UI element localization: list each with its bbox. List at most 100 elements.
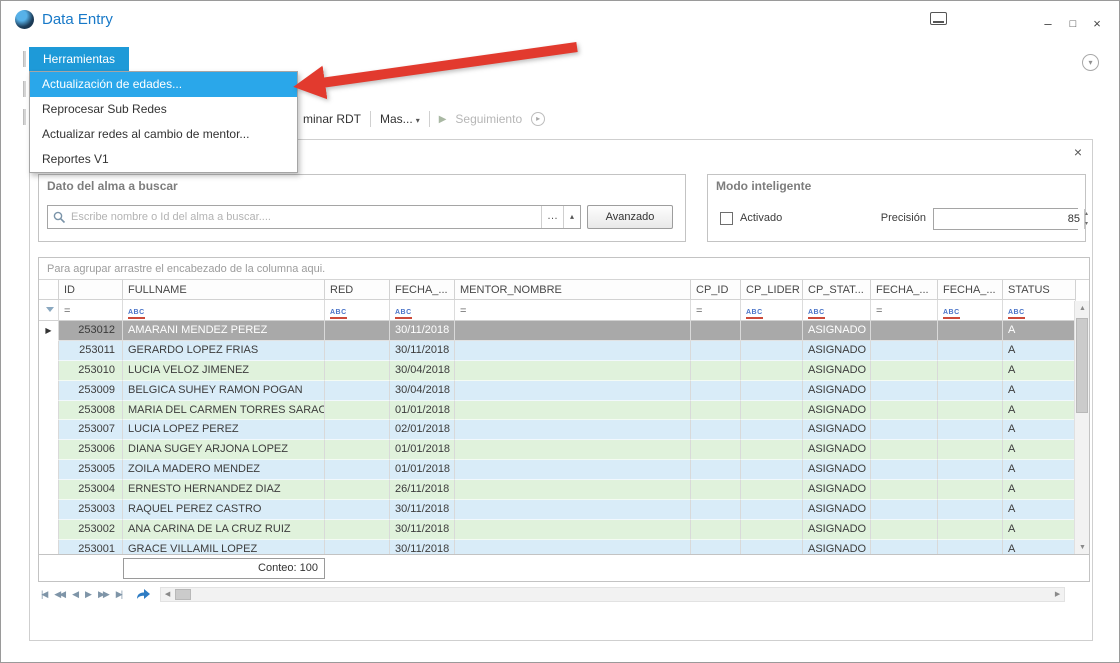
grid-cell[interactable]: [325, 380, 390, 401]
maximize-button[interactable]: □: [1062, 16, 1084, 34]
toolbar-item-seguimiento[interactable]: Seguimiento: [455, 112, 522, 126]
grid-cell[interactable]: [938, 360, 1003, 381]
grid-cell[interactable]: 30/11/2018: [390, 340, 455, 361]
toolbar-grip[interactable]: [23, 51, 26, 67]
grid-cell[interactable]: ASIGNADO: [803, 380, 871, 401]
filter-cell[interactable]: =: [871, 300, 938, 321]
search-input[interactable]: [67, 211, 541, 223]
scroll-up-icon[interactable]: ▲: [1075, 301, 1090, 316]
grid-cell[interactable]: [938, 460, 1003, 481]
grid-cell[interactable]: [691, 500, 741, 520]
filter-cell[interactable]: =: [59, 300, 123, 321]
grid-cell[interactable]: 253007: [59, 420, 123, 441]
grid-cell[interactable]: [938, 400, 1003, 421]
menu-item[interactable]: Actualización de edades...: [30, 72, 297, 97]
panel-close-icon[interactable]: ×: [1074, 144, 1082, 160]
scroll-right-icon[interactable]: ▶: [1051, 588, 1064, 601]
grid-cell[interactable]: [455, 480, 691, 501]
table-row[interactable]: ▶ 253012 AMARANI MENDEZ PEREZ 30/11/2018 ASI…: [39, 321, 1089, 341]
filter-cell[interactable]: abc: [123, 300, 325, 321]
column-header[interactable]: FECHA_...: [938, 280, 1003, 300]
grid-cell[interactable]: [691, 480, 741, 501]
column-header[interactable]: FECHA_...: [390, 280, 455, 300]
seguimiento-circle-icon[interactable]: ▸: [531, 112, 546, 126]
grid-cell[interactable]: [871, 440, 938, 461]
table-row[interactable]: 253009 BELGICA SUHEY RAMON POGAN 30/04/201…: [39, 380, 1089, 401]
grid-cell[interactable]: A: [1003, 380, 1076, 401]
grid-cell[interactable]: [741, 400, 803, 421]
grid-cell[interactable]: [871, 460, 938, 481]
grid-cell[interactable]: [325, 480, 390, 501]
grid-cell[interactable]: ASIGNADO: [803, 400, 871, 421]
column-header[interactable]: FECHA_...: [871, 280, 938, 300]
grid-cell[interactable]: [691, 519, 741, 540]
grid-cell[interactable]: [325, 340, 390, 361]
grid-cell[interactable]: ANA CARINA DE LA CRUZ RUIZ: [123, 519, 325, 540]
grid-cell[interactable]: A: [1003, 321, 1076, 341]
vertical-scroll-thumb[interactable]: [1076, 318, 1088, 413]
table-row[interactable]: 253011 GERARDO LOPEZ FRIAS 30/11/2018 ASIGN…: [39, 340, 1089, 361]
export-icon[interactable]: [135, 587, 151, 601]
grid-cell[interactable]: 253008: [59, 400, 123, 421]
grid-cell[interactable]: 253009: [59, 380, 123, 401]
filter-cell[interactable]: abc: [325, 300, 390, 321]
grid-cell[interactable]: A: [1003, 420, 1076, 441]
grid-cell[interactable]: [325, 519, 390, 540]
grid-cell[interactable]: 30/11/2018: [390, 500, 455, 520]
filter-cell[interactable]: abc: [938, 300, 1003, 321]
nav-first-button[interactable]: |◀: [38, 589, 49, 600]
grid-cell[interactable]: [871, 519, 938, 540]
table-row[interactable]: 253007 LUCIA LOPEZ PEREZ 02/01/2018 ASIGNAD…: [39, 420, 1089, 441]
grid-cell[interactable]: ASIGNADO: [803, 340, 871, 361]
grid-cell[interactable]: [455, 400, 691, 421]
grid-cell[interactable]: [455, 360, 691, 381]
vertical-scrollbar[interactable]: ▲ ▼: [1074, 301, 1089, 555]
grid-cell[interactable]: ASIGNADO: [803, 440, 871, 461]
grid-cell[interactable]: [325, 500, 390, 520]
grid-cell[interactable]: 30/04/2018: [390, 380, 455, 401]
grid-cell[interactable]: 253012: [59, 321, 123, 341]
grid-cell[interactable]: 30/11/2018: [390, 519, 455, 540]
grid-cell[interactable]: [455, 519, 691, 540]
filter-cell[interactable]: abc: [803, 300, 871, 321]
grid-cell[interactable]: MARIA DEL CARMEN TORRES SARAO: [123, 400, 325, 421]
grid-cell[interactable]: ASIGNADO: [803, 519, 871, 540]
grid-cell[interactable]: [455, 440, 691, 461]
grid-cell[interactable]: 253004: [59, 480, 123, 501]
grid-cell[interactable]: ASIGNADO: [803, 500, 871, 520]
spin-down-icon[interactable]: ▾: [1085, 219, 1088, 229]
grid-cell[interactable]: DIANA SUGEY ARJONA LOPEZ: [123, 440, 325, 461]
grid-cell[interactable]: [691, 380, 741, 401]
grid-cell[interactable]: ASIGNADO: [803, 420, 871, 441]
grid-cell[interactable]: [325, 460, 390, 481]
grid-cell[interactable]: [938, 380, 1003, 401]
nav-prev-button[interactable]: ◀: [69, 589, 80, 600]
column-header[interactable]: CP_STAT...: [803, 280, 871, 300]
horizontal-scrollbar[interactable]: ◀ ▶: [160, 586, 1066, 602]
grid-cell[interactable]: [741, 340, 803, 361]
grid-cell[interactable]: [938, 321, 1003, 341]
table-row[interactable]: 253006 DIANA SUGEY ARJONA LOPEZ 01/01/2018…: [39, 440, 1089, 461]
grid-cell[interactable]: [325, 440, 390, 461]
grid-cell[interactable]: [325, 420, 390, 441]
grid-cell[interactable]: [741, 460, 803, 481]
grid-cell[interactable]: 253010: [59, 360, 123, 381]
column-header[interactable]: ID: [59, 280, 123, 300]
grid-cell[interactable]: 253006: [59, 440, 123, 461]
spin-up-icon[interactable]: ▴: [1085, 209, 1088, 219]
grid-cell[interactable]: [871, 500, 938, 520]
grid-cell[interactable]: [938, 500, 1003, 520]
column-header[interactable]: CP_LIDER: [741, 280, 803, 300]
nav-last-button[interactable]: ▶|: [113, 589, 124, 600]
toolbar-grip[interactable]: [23, 81, 26, 97]
grid-cell[interactable]: [691, 360, 741, 381]
grid-cell[interactable]: ASIGNADO: [803, 480, 871, 501]
filter-cell[interactable]: abc: [390, 300, 455, 321]
grid-cell[interactable]: [938, 519, 1003, 540]
grid-cell[interactable]: [741, 380, 803, 401]
grid-cell[interactable]: 01/01/2018: [390, 440, 455, 461]
column-header[interactable]: CP_ID: [691, 280, 741, 300]
grid-cell[interactable]: ZOILA MADERO MENDEZ: [123, 460, 325, 481]
grid-cell[interactable]: [455, 539, 691, 554]
grid-cell[interactable]: A: [1003, 400, 1076, 421]
